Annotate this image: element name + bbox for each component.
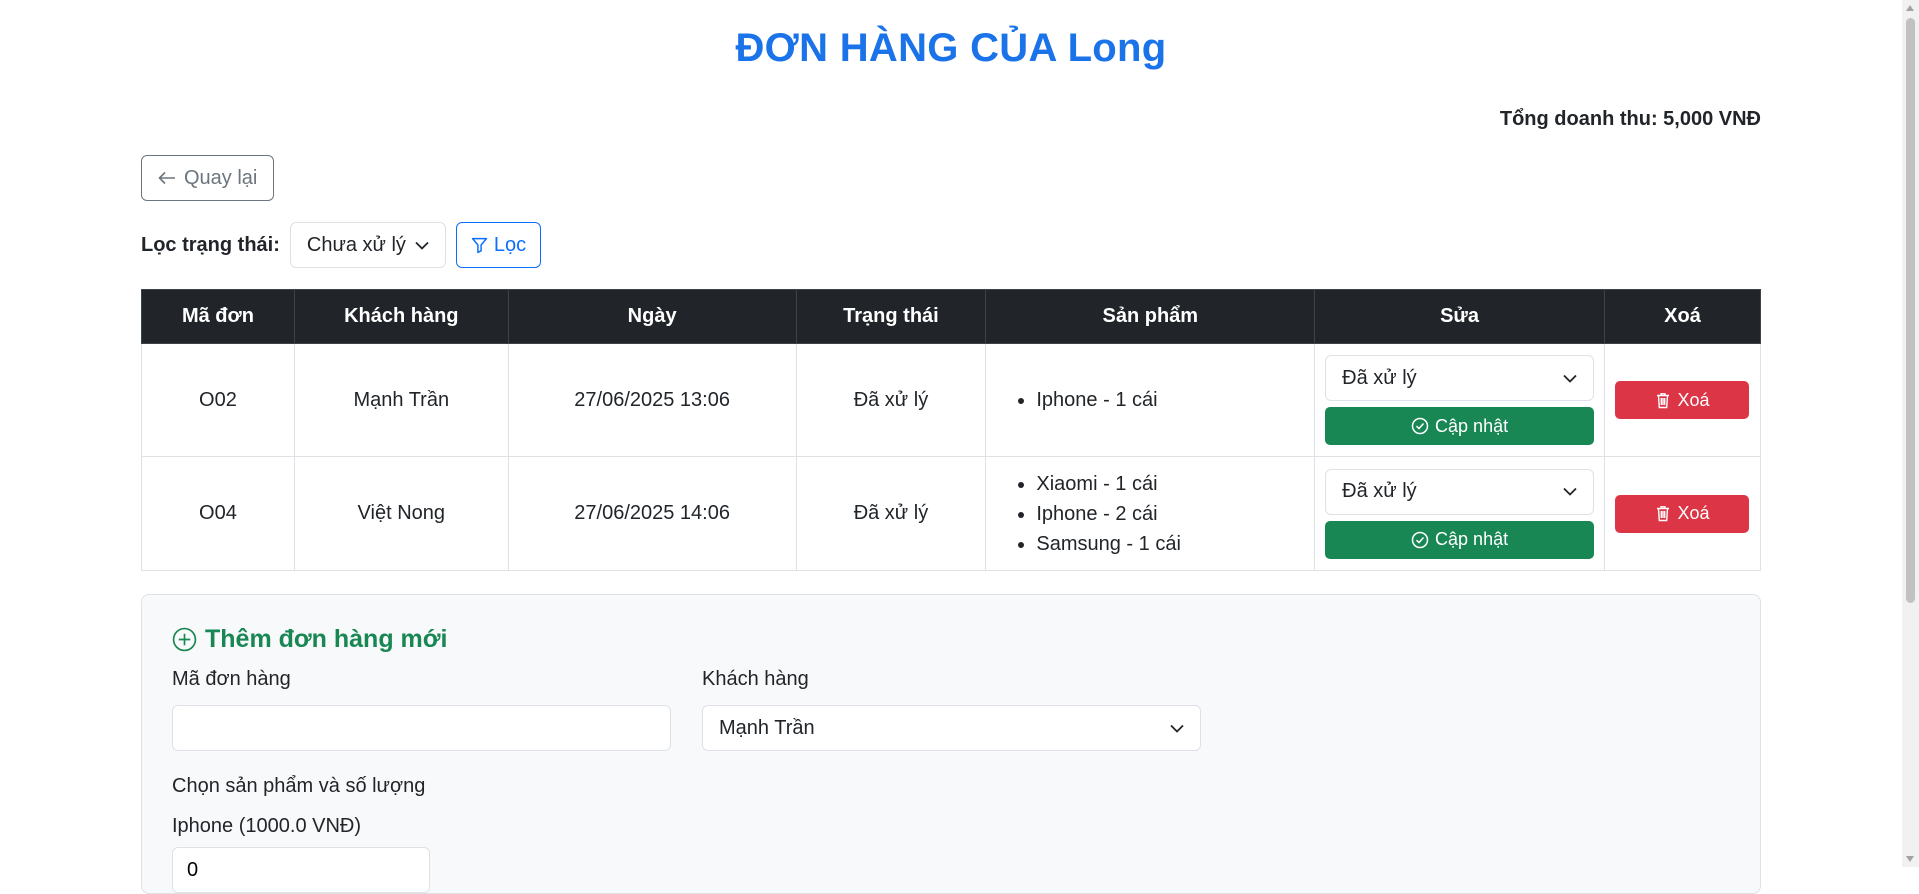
- date-cell: 27/06/2025 14:06: [507, 456, 797, 571]
- delete-button[interactable]: Xoá: [1615, 494, 1750, 533]
- funnel-icon: [471, 237, 488, 253]
- filter-button-label: Lọc: [493, 233, 527, 256]
- new-order-title-text: Thêm đơn hàng mới: [205, 625, 448, 653]
- scroll-down-arrow-icon[interactable]: [1906, 856, 1914, 862]
- column-header-products: Sản phẩm: [985, 289, 1316, 344]
- filter-button[interactable]: Lọc: [455, 222, 542, 268]
- product-list: Xiaomi - 1 cái Iphone - 2 cái Samsung - …: [1012, 469, 1313, 559]
- delete-button-label: Xoá: [1677, 503, 1710, 523]
- status-filter-select[interactable]: Chưa xử lý: [289, 222, 446, 268]
- table-row: O04 Việt Nong 27/06/2025 14:06 Đã xử lý …: [141, 456, 1762, 571]
- status-select[interactable]: Đã xử lý: [1325, 468, 1594, 515]
- column-header-customer: Khách hàng: [293, 289, 509, 344]
- product-item: Iphone - 1 cái: [1036, 385, 1313, 415]
- chevron-down-icon: [1563, 487, 1577, 496]
- delete-cell: Xoá: [1603, 456, 1762, 571]
- check-circle-icon: [1411, 417, 1429, 435]
- edit-cell: Đã xử lý Cập nhật: [1314, 456, 1605, 571]
- check-circle-icon: [1411, 531, 1429, 548]
- plus-circle-icon: [172, 627, 197, 652]
- filter-label: Lọc trạng thái:: [141, 233, 280, 256]
- page-container: ĐƠN HÀNG CỦA Long Tổng doanh thu: 5,000 …: [141, 0, 1762, 894]
- status-select-value: Đã xử lý: [1342, 480, 1417, 502]
- scrollbar-thumb[interactable]: [1906, 18, 1915, 603]
- status-filter-value: Chưa xử lý: [306, 233, 406, 256]
- update-button[interactable]: Cập nhật: [1325, 520, 1594, 559]
- chevron-down-icon: [1563, 374, 1577, 383]
- update-button-label: Cập nhật: [1435, 529, 1509, 549]
- products-cell: Xiaomi - 1 cái Iphone - 2 cái Samsung - …: [985, 456, 1316, 571]
- customer-cell: Mạnh Trần: [293, 343, 509, 457]
- customer-label: Khách hàng: [702, 668, 809, 690]
- products-cell: Iphone - 1 cái: [985, 343, 1316, 457]
- new-order-form: Thêm đơn hàng mới Mã đơn hàng Khách hàng…: [141, 594, 1761, 894]
- product-item: Samsung - 1 cái: [1036, 529, 1313, 559]
- order-id-input[interactable]: [172, 705, 671, 751]
- customer-select[interactable]: Mạnh Trần: [702, 705, 1201, 751]
- back-button-label: Quay lại: [184, 166, 258, 189]
- customer-cell: Việt Nong: [293, 456, 509, 571]
- filter-row: Lọc trạng thái: Chưa xử lý Lọc: [141, 222, 542, 268]
- arrow-left-icon: [158, 171, 175, 185]
- orders-table: Mã đơn Khách hàng Ngày Trạng thái Sản ph…: [141, 289, 1762, 571]
- trash-icon: [1657, 392, 1670, 408]
- order-id-cell: O04: [141, 456, 295, 571]
- trash-icon: [1657, 506, 1670, 522]
- status-cell: Đã xử lý: [795, 456, 987, 571]
- delete-button-label: Xoá: [1677, 389, 1710, 410]
- scroll-up-arrow-icon[interactable]: [1906, 5, 1914, 11]
- chevron-down-icon: [415, 241, 429, 250]
- products-label: Chọn sản phẩm và số lượng: [172, 775, 426, 797]
- back-button[interactable]: Quay lại: [141, 155, 275, 201]
- table-header-row: Mã đơn Khách hàng Ngày Trạng thái Sản ph…: [141, 289, 1762, 344]
- order-id-label: Mã đơn hàng: [172, 668, 291, 690]
- column-header-order-id: Mã đơn: [141, 289, 295, 344]
- edit-cell: Đã xử lý Cập nhật: [1314, 343, 1605, 457]
- product-list: Iphone - 1 cái: [1012, 385, 1313, 415]
- product-iphone-quantity-input[interactable]: [172, 847, 430, 893]
- new-order-title: Thêm đơn hàng mới: [172, 625, 448, 654]
- update-button-label: Cập nhật: [1435, 415, 1509, 436]
- status-select-value: Đã xử lý: [1342, 366, 1417, 389]
- chevron-down-icon: [1170, 724, 1184, 733]
- delete-button[interactable]: Xoá: [1615, 381, 1750, 419]
- page-title: ĐƠN HÀNG CỦA Long: [735, 26, 1167, 70]
- vertical-scrollbar[interactable]: [1902, 0, 1919, 867]
- product-iphone-label: Iphone (1000.0 VNĐ): [172, 815, 362, 837]
- column-header-status: Trạng thái: [795, 289, 987, 344]
- column-header-date: Ngày: [507, 289, 797, 344]
- delete-cell: Xoá: [1603, 343, 1762, 457]
- total-revenue: Tổng doanh thu: 5,000 VNĐ: [1499, 108, 1761, 130]
- table-row: O02 Mạnh Trần 27/06/2025 13:06 Đã xử lý …: [141, 343, 1762, 457]
- column-header-delete: Xoá: [1603, 289, 1762, 344]
- order-id-cell: O02: [141, 343, 295, 457]
- customer-select-value: Mạnh Trần: [719, 716, 815, 739]
- product-item: Xiaomi - 1 cái: [1036, 469, 1313, 499]
- status-select[interactable]: Đã xử lý: [1325, 355, 1594, 401]
- update-button[interactable]: Cập nhật: [1325, 407, 1594, 445]
- column-header-edit: Sửa: [1314, 289, 1605, 344]
- date-cell: 27/06/2025 13:06: [507, 343, 797, 457]
- product-item: Iphone - 2 cái: [1036, 499, 1313, 529]
- status-cell: Đã xử lý: [795, 343, 987, 457]
